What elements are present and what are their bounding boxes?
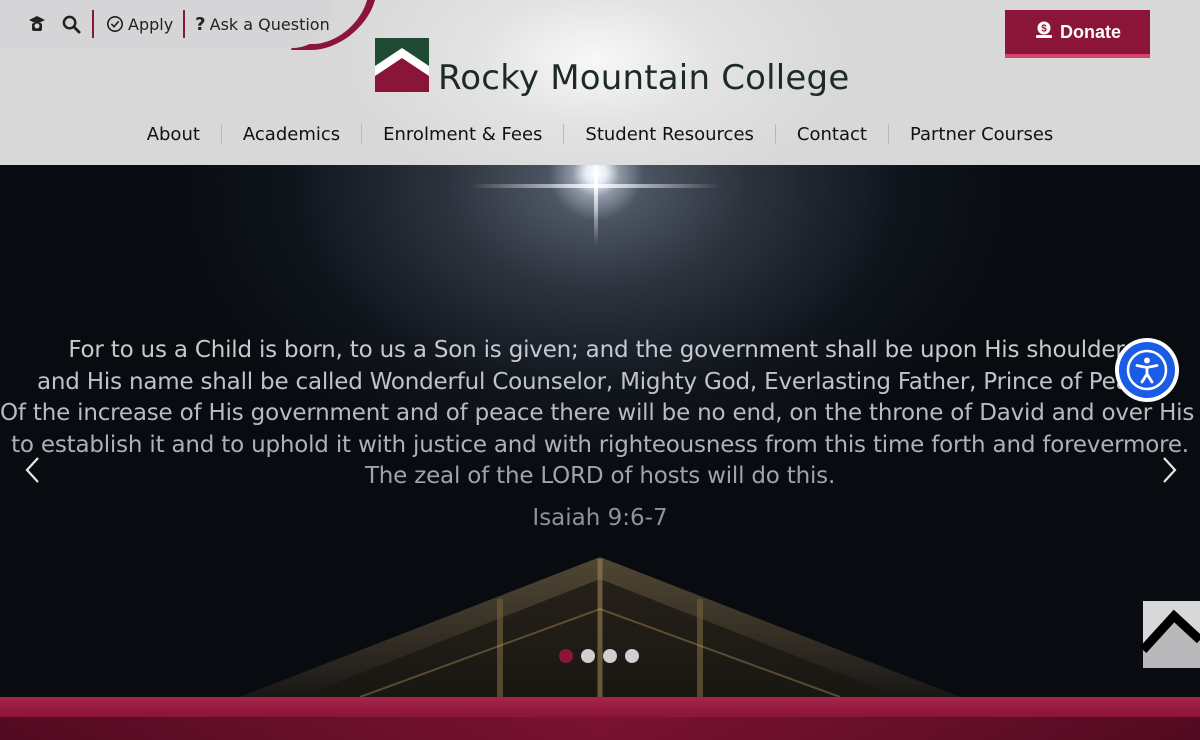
scripture-verse: For to us a Child is born, to us a Son i… [0, 335, 1200, 531]
slider-dot-2[interactable] [581, 649, 595, 663]
verse-citation: Isaiah 9:6-7 [532, 504, 668, 531]
apply-label: Apply [128, 14, 174, 34]
accessibility-button[interactable] [1115, 338, 1179, 402]
slider-dot-3[interactable] [603, 649, 617, 663]
ask-question-label: Ask a Question [209, 14, 330, 34]
slider-dot-1[interactable] [559, 649, 573, 663]
utility-bar: Apply ? Ask a Question [0, 0, 332, 48]
graduate-icon[interactable] [26, 13, 48, 35]
nav-contact[interactable]: Contact [776, 124, 888, 145]
slider-prev-button[interactable] [18, 455, 48, 485]
question-icon: ? [195, 13, 206, 35]
utility-separator [92, 10, 94, 38]
utility-separator [183, 10, 186, 38]
verse-line: The zeal of the LORD of hosts will do th… [364, 463, 836, 489]
nav-enrolment-fees[interactable]: Enrolment & Fees [362, 124, 563, 145]
svg-text:$: $ [1041, 23, 1047, 34]
verse-line: Of the increase of His government and of… [0, 400, 1200, 426]
nav-partner-courses[interactable]: Partner Courses [889, 124, 1074, 145]
nav-student-resources[interactable]: Student Resources [564, 124, 775, 145]
main-nav: About Academics Enrolment & Fees Student… [0, 116, 1200, 152]
nav-about[interactable]: About [126, 124, 221, 145]
verse-line: to establish it and to uphold it with ju… [11, 431, 1189, 458]
college-logo-mark[interactable] [375, 38, 429, 92]
apply-link[interactable]: Apply [104, 10, 173, 38]
star-ray [594, 165, 598, 245]
check-circle-icon [104, 13, 126, 35]
slider-dots [559, 649, 639, 663]
verse-line: and His name shall be called Wonderful C… [37, 368, 1163, 395]
donate-button[interactable]: $ Donate [1005, 10, 1150, 58]
hero-slider: For to us a Child is born, to us a Son i… [0, 165, 1200, 697]
accessibility-icon [1119, 342, 1175, 398]
search-icon[interactable] [60, 13, 82, 35]
scroll-top-button[interactable] [1138, 598, 1200, 670]
verse-line: For to us a Child is born, to us a Son i… [68, 337, 1132, 363]
scroll-top-icon [1139, 601, 1200, 668]
footer-band-lower [0, 717, 1200, 740]
slider-dot-4[interactable] [625, 649, 639, 663]
site-header: Apply ? Ask a Question $ Donate Rocky Mo… [0, 0, 1200, 165]
slider-next-button[interactable] [1154, 455, 1184, 485]
ask-question-link[interactable]: ? Ask a Question [195, 10, 330, 38]
donate-hand-icon: $ [1034, 20, 1054, 45]
nav-academics[interactable]: Academics [222, 124, 361, 145]
chevron-right-icon [1163, 457, 1177, 483]
donate-label: Donate [1059, 21, 1121, 42]
stable-silhouette [240, 557, 960, 697]
chevron-left-icon [25, 457, 39, 483]
college-name[interactable]: Rocky Mountain College [438, 58, 849, 98]
